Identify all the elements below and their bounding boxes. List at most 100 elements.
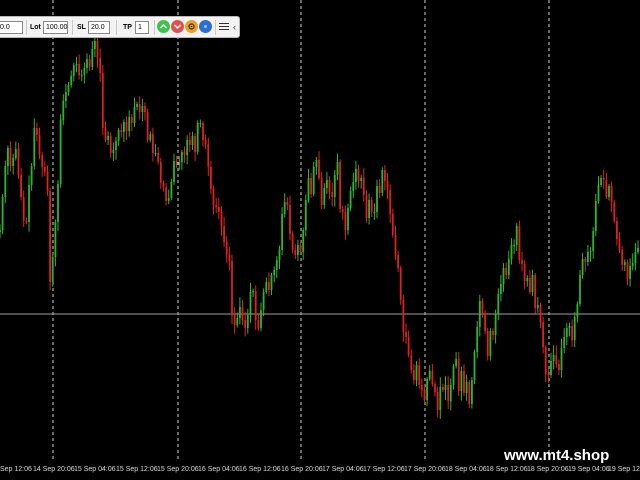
candle-body: [144, 106, 146, 112]
sell-button[interactable]: [171, 20, 184, 33]
candle-body: [146, 112, 149, 140]
candle-body: [529, 278, 531, 292]
settings-button[interactable]: [185, 20, 198, 33]
time-axis-label: 16 Sep 12:06: [239, 466, 281, 473]
circle-icon: [204, 25, 207, 28]
candle-body: [51, 257, 54, 282]
candle-body: [278, 250, 281, 260]
candle-body: [394, 235, 397, 255]
candle-body: [268, 282, 270, 290]
candle-body: [252, 291, 254, 293]
candle-body: [225, 242, 228, 255]
candle-body: [125, 122, 128, 131]
candle-body: [310, 178, 312, 194]
candle-body: [565, 328, 568, 337]
time-axis-label: 15 Sep 12:06: [116, 466, 158, 473]
candle-body: [444, 385, 447, 390]
candle-body: [175, 161, 178, 165]
candle-body: [452, 366, 455, 385]
candle-body: [86, 59, 88, 68]
candle-body: [254, 291, 257, 320]
sl-input[interactable]: 20.0: [88, 21, 110, 34]
candle-body: [194, 136, 196, 152]
candle-body: [223, 226, 225, 242]
candle-body: [405, 332, 407, 337]
candle-body: [202, 123, 204, 140]
info-button[interactable]: [199, 20, 212, 33]
candle-body: [83, 68, 86, 75]
buy-button[interactable]: [157, 20, 170, 33]
candle-body: [101, 73, 104, 128]
collapse-toolbar-button[interactable]: ‹: [233, 21, 236, 33]
candle-body: [210, 167, 212, 189]
candle-body: [507, 259, 510, 275]
candle-body: [75, 64, 78, 66]
candle-body: [410, 355, 413, 370]
toolbar-separator: [215, 20, 216, 35]
candle-body: [246, 315, 249, 328]
candle-body: [478, 301, 481, 327]
candle-body: [265, 282, 268, 292]
candle-body: [46, 172, 49, 191]
candle-body: [370, 200, 373, 212]
candle-body: [355, 169, 357, 182]
candle-body: [347, 208, 349, 230]
candle-body: [587, 252, 589, 262]
candle-body: [573, 317, 576, 340]
candle-body: [618, 239, 621, 250]
sl-label: SL: [77, 24, 86, 31]
candle-body: [204, 140, 207, 144]
candle-body: [552, 355, 555, 361]
candle-body: [167, 198, 170, 201]
candle-body: [183, 152, 186, 155]
candle-body: [115, 141, 117, 150]
hamburger-menu-icon[interactable]: [218, 21, 230, 34]
candle-body: [386, 181, 389, 190]
time-axis-label: 18 Sep 12:06: [486, 466, 528, 473]
candle-body: [96, 41, 99, 58]
time-axis-label: 19 Sep 04:06: [568, 466, 610, 473]
chart-background: [0, 0, 640, 480]
candle-body: [555, 355, 558, 364]
time-axis-label: 17 Sep 20:06: [404, 466, 446, 473]
candle-body: [220, 212, 223, 226]
candle-body: [442, 387, 444, 390]
candle-body: [320, 178, 323, 205]
candle-body: [637, 248, 639, 252]
candle-body: [312, 167, 315, 194]
candle-body: [30, 166, 33, 185]
candle-body: [231, 261, 233, 314]
volume-field[interactable]: 0.0: [0, 21, 23, 34]
candle-body: [207, 144, 210, 167]
lot-input[interactable]: 100.00: [43, 21, 68, 34]
candle-body: [362, 178, 365, 195]
candle-body: [249, 292, 252, 315]
candle-body: [610, 186, 613, 202]
tp-select[interactable]: 1: [135, 21, 149, 34]
candle-body: [600, 178, 602, 185]
candle-body: [605, 180, 608, 197]
candle-body: [457, 359, 460, 391]
candle-body: [589, 251, 592, 253]
candle-body: [120, 130, 123, 132]
candle-body: [91, 49, 94, 67]
candle-body: [460, 371, 463, 391]
candle-body: [286, 202, 289, 205]
candle-body: [294, 250, 297, 255]
candle-body: [217, 207, 220, 212]
candle-body: [513, 245, 515, 247]
candle-body: [212, 189, 215, 205]
candle-body: [283, 202, 286, 214]
candle-body: [117, 130, 120, 141]
candle-body: [521, 260, 523, 264]
candle-body: [502, 268, 505, 284]
candle-body: [381, 170, 384, 193]
candle-body: [138, 104, 141, 112]
candle-body: [523, 264, 526, 281]
candle-body: [22, 197, 25, 221]
price-chart[interactable]: [0, 0, 640, 480]
candle-body: [492, 331, 494, 335]
candle-body: [563, 337, 566, 348]
chevron-up-icon: [159, 23, 168, 29]
candle-body: [608, 186, 610, 197]
